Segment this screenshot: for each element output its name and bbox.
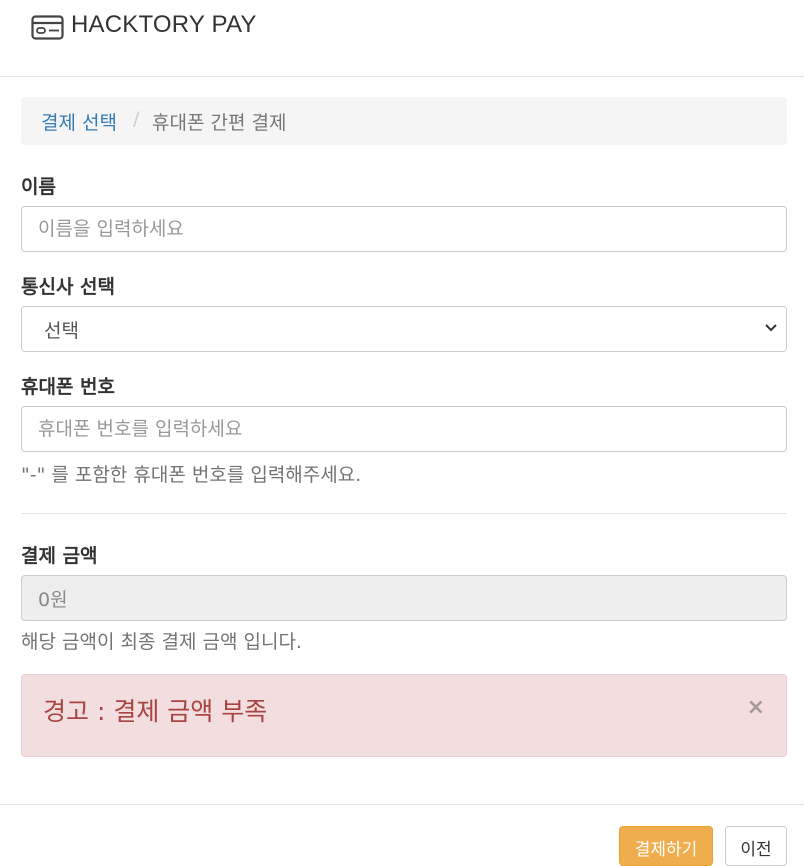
credit-card-icon (31, 15, 64, 40)
name-input[interactable] (21, 206, 787, 252)
alert-message: 경고 : 결제 금액 부족 (43, 697, 268, 726)
pay-button[interactable]: 결제하기 (619, 826, 713, 866)
chevron-down-icon (765, 324, 777, 332)
footer-divider (0, 804, 804, 805)
breadcrumb-current: 휴대폰 간편 결제 (152, 112, 287, 134)
brand-title: HACKTORY PAY (71, 11, 257, 38)
warning-alert: 경고 : 결제 금액 부족 × (21, 674, 787, 757)
divider (21, 513, 787, 514)
amount-help-text: 해당 금액이 최종 결제 금액 입니다. (21, 631, 302, 653)
name-label: 이름 (21, 176, 56, 198)
breadcrumb-link-payment-select[interactable]: 결제 선택 (41, 108, 117, 135)
breadcrumb-separator: / (133, 108, 140, 130)
previous-button[interactable]: 이전 (725, 826, 787, 866)
phone-label: 휴대폰 번호 (21, 376, 116, 398)
amount-label: 결제 금액 (21, 545, 98, 567)
carrier-label: 통신사 선택 (21, 276, 116, 298)
breadcrumb: 결제 선택 / 휴대폰 간편 결제 (21, 97, 787, 145)
amount-field: 0원 (21, 575, 787, 621)
phone-input[interactable] (21, 406, 787, 452)
header: HACKTORY PAY (0, 0, 804, 77)
carrier-select-value: 선택 (44, 320, 79, 342)
carrier-select[interactable]: 선택 (21, 306, 787, 352)
phone-help-text: "-" 를 포함한 휴대폰 번호를 입력해주세요. (21, 464, 362, 486)
close-icon[interactable]: × (747, 697, 765, 719)
